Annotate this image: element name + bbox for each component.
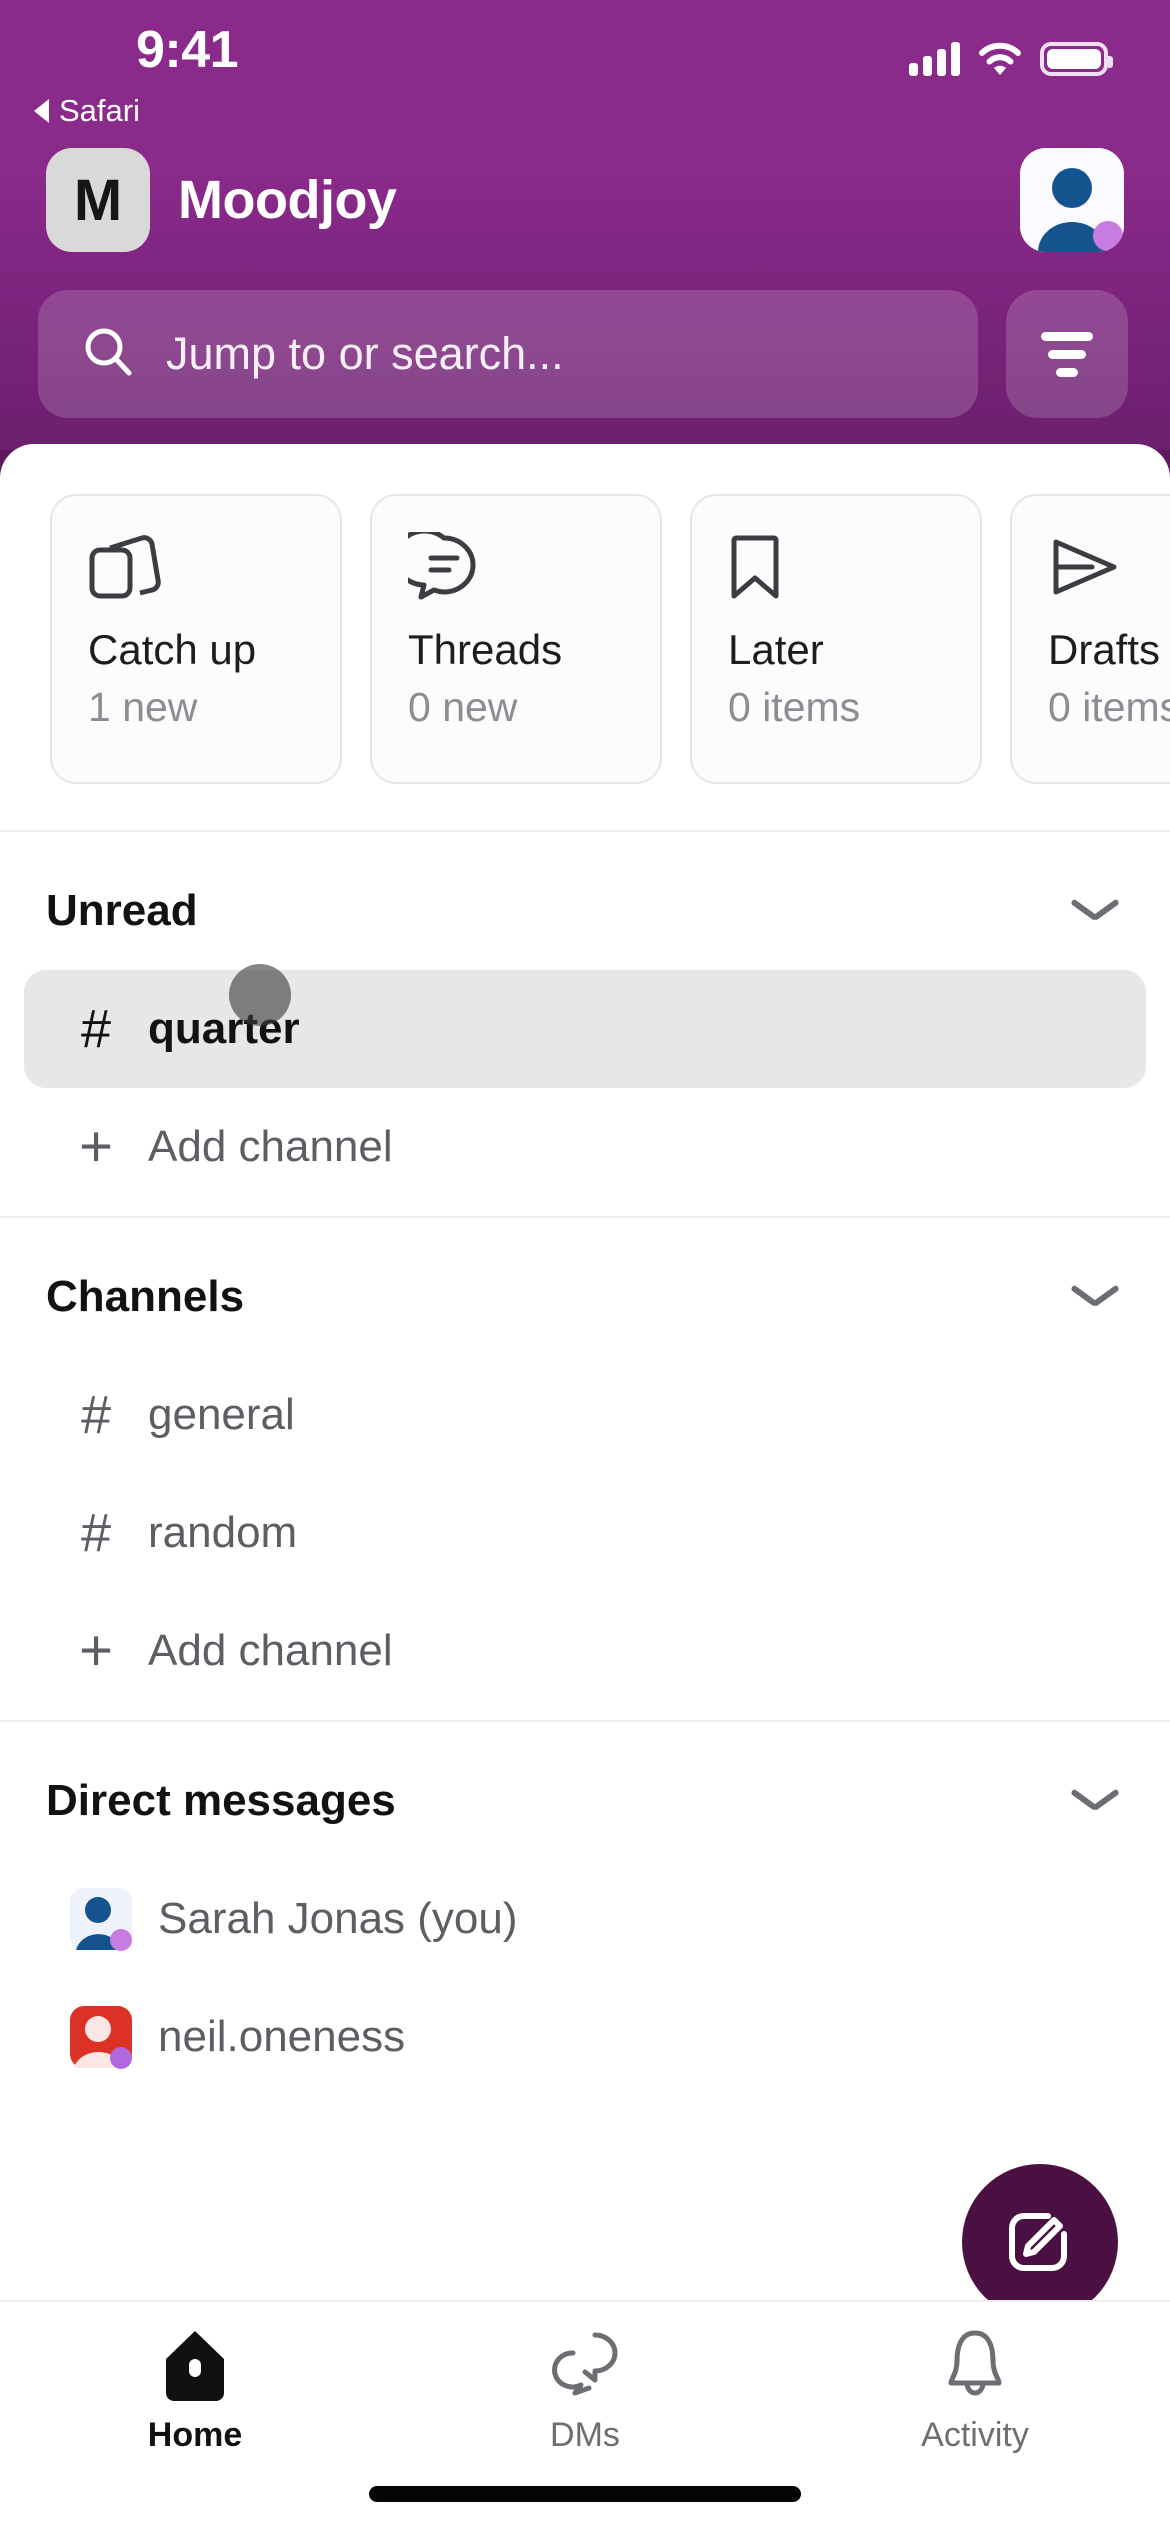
wifi-icon: [978, 42, 1022, 76]
paper-plane-icon: [1048, 532, 1170, 608]
channel-row-quarter[interactable]: # quarter: [24, 964, 1146, 1088]
quick-card-threads[interactable]: Threads 0 new: [370, 494, 662, 784]
channel-label: random: [148, 1508, 298, 1557]
dm-row-sarah-jonas[interactable]: Sarah Jonas (you): [24, 1860, 1146, 1978]
channel-row-general[interactable]: # general: [24, 1356, 1146, 1474]
home-icon: [164, 2328, 226, 2402]
status-bar-indicators: [909, 42, 1113, 76]
bookmark-icon: [728, 532, 980, 608]
quick-card-subtitle: 1 new: [88, 684, 198, 730]
status-bar: 9:41: [0, 0, 1170, 98]
catch-up-cards-icon: [88, 532, 340, 608]
tab-home[interactable]: Home: [0, 2328, 390, 2455]
chevron-down-icon[interactable]: [1072, 1284, 1118, 1310]
workspace-badge[interactable]: M: [46, 148, 150, 252]
section-header-channels[interactable]: Channels: [0, 1218, 1170, 1356]
workspace-name: Moodjoy: [178, 170, 397, 230]
section-header-direct-messages[interactable]: Direct messages: [0, 1722, 1170, 1860]
section-title: Unread: [46, 886, 198, 935]
tab-label: Activity: [921, 2416, 1029, 2454]
threads-bubble-icon: [393, 528, 660, 608]
chevron-down-icon[interactable]: [1072, 1788, 1118, 1814]
quick-card-subtitle: 0 items: [1048, 684, 1170, 730]
add-channel-row-unread[interactable]: + Add channel: [24, 1088, 1146, 1206]
quick-card-catch-up[interactable]: Catch up 1 new: [50, 494, 342, 784]
bottom-tab-bar: Home DMs Activity: [0, 2300, 1170, 2532]
quick-card-subtitle: 0 new: [408, 684, 518, 730]
hash-icon: #: [80, 1385, 112, 1445]
search-placeholder: Jump to or search...: [166, 328, 564, 379]
add-channel-label: Add channel: [148, 1626, 393, 1675]
search-icon: [80, 324, 136, 385]
quick-card-title: Later: [728, 626, 824, 673]
dm-label: Sarah Jonas (you): [158, 1894, 518, 1943]
tab-activity[interactable]: Activity: [780, 2328, 1170, 2455]
hash-icon: #: [80, 999, 112, 1059]
plus-icon: +: [79, 1113, 113, 1179]
quick-card-title: Catch up: [88, 626, 257, 673]
dm-row-neil-oneness[interactable]: neil.oneness: [24, 1978, 1146, 2096]
dm-label: neil.oneness: [158, 2012, 406, 2061]
cellular-signal-icon: [909, 42, 960, 76]
back-to-safari-label: Safari: [59, 93, 140, 128]
tab-dms[interactable]: DMs: [390, 2328, 780, 2455]
add-channel-row-channels[interactable]: + Add channel: [24, 1592, 1146, 1710]
search-input[interactable]: Jump to or search...: [38, 290, 978, 418]
user-avatar-icon: [70, 1888, 132, 1951]
filter-icon: [1041, 331, 1093, 377]
content-panel: Catch up 1 new Threads 0 new Later 0 ite: [0, 444, 1170, 2532]
quick-card-subtitle: 0 items: [728, 684, 861, 730]
search-row: Jump to or search...: [38, 290, 1128, 418]
workspace-header[interactable]: M Moodjoy: [46, 148, 397, 252]
section-title: Direct messages: [46, 1776, 396, 1825]
tab-label: DMs: [550, 2416, 620, 2454]
back-to-safari-button[interactable]: Safari: [34, 93, 140, 129]
section-direct-messages: Direct messages Sarah Jonas (you) neil.o…: [0, 1722, 1170, 2106]
touch-indicator: [229, 964, 291, 1026]
chevron-down-icon[interactable]: [1072, 898, 1118, 924]
compose-pencil-icon: [1009, 2213, 1067, 2271]
status-bar-time: 9:41: [136, 21, 239, 79]
quick-actions-row[interactable]: Catch up 1 new Threads 0 new Later 0 ite: [0, 444, 1170, 830]
quick-card-title: Drafts: [1048, 626, 1161, 673]
plus-icon: +: [79, 1617, 113, 1683]
section-channels: Channels # general # random + Add channe…: [0, 1218, 1170, 1720]
hash-icon: #: [80, 1503, 112, 1563]
bell-icon: [943, 2328, 1007, 2402]
triangle-left-icon: [34, 99, 49, 123]
quick-card-drafts[interactable]: Drafts 0 items: [1010, 494, 1170, 784]
app-header: 9:41 Safari M Moodjoy Jump to or search.…: [0, 0, 1170, 450]
user-avatar-icon: [70, 2006, 132, 2069]
filter-button[interactable]: [1006, 290, 1128, 418]
channel-label: general: [148, 1390, 295, 1439]
section-unread: Unread # quarter + Add channel: [0, 832, 1170, 1216]
tab-label: Home: [147, 2416, 243, 2454]
dms-bubbles-icon: [549, 2328, 621, 2402]
quick-card-title: Threads: [408, 626, 563, 673]
channel-row-random[interactable]: # random: [24, 1474, 1146, 1592]
battery-full-icon: [1040, 42, 1113, 76]
section-header-unread[interactable]: Unread: [0, 832, 1170, 970]
quick-card-later[interactable]: Later 0 items: [690, 494, 982, 784]
section-title: Channels: [46, 1272, 245, 1321]
home-indicator: [369, 2486, 801, 2502]
profile-avatar-button[interactable]: [1020, 148, 1124, 252]
add-channel-label: Add channel: [148, 1122, 393, 1171]
compose-button[interactable]: [962, 2164, 1118, 2320]
